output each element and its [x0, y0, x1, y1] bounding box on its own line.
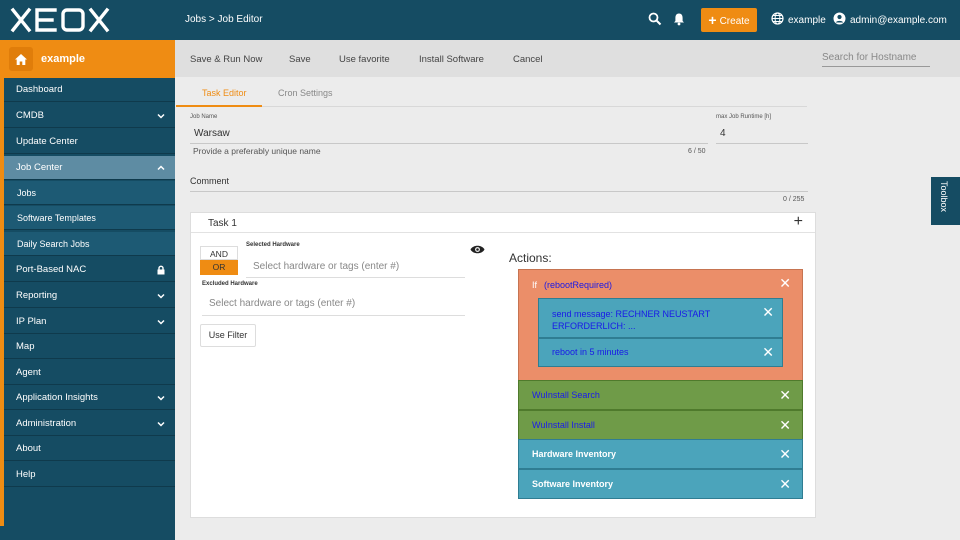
sidebar-item-cmdb[interactable]: CMDB [4, 104, 175, 128]
close-icon[interactable]: ✕ [779, 417, 791, 434]
sidebar-home[interactable]: example [0, 40, 175, 78]
close-icon[interactable]: ✕ [762, 344, 774, 361]
max-runtime-label: max Job Runtime [h] [716, 114, 772, 120]
hostname-search-input[interactable] [822, 52, 930, 63]
action-wuinstall-search[interactable]: WuInstall Search ✕ [518, 380, 803, 410]
close-icon[interactable]: ✕ [779, 446, 791, 463]
sidebar-item-jobs[interactable]: Jobs [4, 181, 175, 205]
or-toggle[interactable]: OR [200, 260, 238, 275]
close-icon[interactable]: ✕ [779, 476, 791, 493]
sidebar-item-daily-search-jobs[interactable]: Daily Search Jobs [4, 232, 175, 256]
close-icon[interactable]: ✕ [779, 275, 791, 292]
breadcrumb: Jobs > Job Editor [185, 14, 263, 25]
search-icon[interactable] [648, 12, 664, 28]
tab-cron-settings[interactable]: Cron Settings [278, 88, 333, 98]
inner-action-send-message[interactable]: send message: RECHNER NEUSTART ERFORDERL… [538, 298, 783, 338]
lock-icon [157, 265, 165, 275]
and-toggle[interactable]: AND [200, 246, 238, 260]
save-run-now-button[interactable]: Save & Run Now [190, 54, 262, 65]
task-title: Task 1 [208, 218, 237, 229]
selected-hardware-label: Selected Hardware [246, 242, 300, 248]
selected-hardware-underline [246, 277, 465, 278]
user-menu[interactable]: admin@example.com [833, 12, 947, 28]
sidebar-item-software-templates[interactable]: Software Templates [4, 206, 175, 230]
comment-counter: 0 / 255 [783, 196, 805, 203]
max-runtime-underline [716, 143, 808, 144]
job-name-hint: Provide a preferably unique name [193, 146, 321, 156]
sidebar-item-update-center[interactable]: Update Center [4, 130, 175, 154]
globe-icon [771, 12, 784, 28]
sidebar-item-administration[interactable]: Administration [4, 412, 175, 436]
sidebar-item-port-based-nac[interactable]: Port-Based NAC [4, 258, 175, 282]
actions-label: Actions: [509, 251, 552, 265]
excluded-hardware-label: Excluded Hardware [202, 281, 258, 287]
install-software-button[interactable]: Install Software [419, 54, 484, 65]
task-card-header: Task 1 + [191, 213, 815, 233]
and-or-toggle: AND OR [200, 246, 238, 275]
comment-input[interactable] [190, 191, 808, 192]
comment-label: Comment [190, 176, 230, 186]
close-icon[interactable]: ✕ [762, 304, 774, 321]
chevron-up-icon [157, 165, 165, 171]
chevron-down-icon [157, 319, 165, 325]
sidebar-item-map[interactable]: Map [4, 335, 175, 359]
sidebar-item-help[interactable]: Help [4, 463, 175, 487]
chevron-down-icon [157, 395, 165, 401]
chevron-down-icon [157, 421, 165, 427]
chevron-down-icon [157, 293, 165, 299]
use-filter-button[interactable]: Use Filter [200, 324, 256, 347]
bell-icon[interactable] [672, 12, 688, 28]
add-task-icon[interactable]: + [794, 213, 803, 231]
excluded-hardware-underline [202, 315, 465, 316]
job-name-underline [190, 143, 708, 144]
chevron-down-icon [157, 113, 165, 119]
job-name-input[interactable]: Warsaw [194, 128, 230, 139]
sidebar-item-about[interactable]: About [4, 437, 175, 461]
sidebar-item-ip-plan[interactable]: IP Plan [4, 310, 175, 334]
plus-icon: + [708, 12, 717, 28]
hostname-search [822, 52, 930, 67]
home-icon [9, 47, 33, 71]
if-action-block[interactable]: If (rebootRequired) ✕ send message: RECH… [518, 269, 803, 381]
tab-divider [262, 106, 807, 107]
if-condition: (rebootRequired) [544, 280, 613, 290]
job-name-label: Job Name [190, 114, 218, 120]
account-icon [833, 12, 846, 28]
tab-task-editor[interactable]: Task Editor [202, 88, 247, 98]
action-hardware-inventory[interactable]: Hardware Inventory ✕ [518, 439, 803, 469]
tenant-selector[interactable]: example [771, 12, 826, 28]
create-button[interactable]: + Create [701, 8, 757, 32]
sidebar-item-dashboard[interactable]: Dashboard [4, 78, 175, 102]
active-tab-indicator [176, 105, 262, 107]
action-wuinstall-install[interactable]: WuInstall Install ✕ [518, 410, 803, 440]
sidebar-item-agent[interactable]: Agent [4, 361, 175, 385]
max-runtime-input[interactable]: 4 [720, 128, 726, 139]
inner-action-reboot[interactable]: reboot in 5 minutes ✕ [538, 338, 783, 367]
save-button[interactable]: Save [289, 54, 311, 65]
job-name-counter: 6 / 50 [688, 148, 706, 155]
selected-hardware-input[interactable]: Select hardware or tags (enter #) [253, 261, 399, 272]
sidebar-item-reporting[interactable]: Reporting [4, 284, 175, 308]
sidebar-item-application-insights[interactable]: Application Insights [4, 386, 175, 410]
close-icon[interactable]: ✕ [779, 387, 791, 404]
sidebar-item-job-center[interactable]: Job Center [4, 156, 175, 180]
xeox-logo[interactable] [10, 7, 112, 33]
eye-icon[interactable] [470, 244, 485, 257]
cancel-button[interactable]: Cancel [513, 54, 543, 65]
use-favorite-button[interactable]: Use favorite [339, 54, 390, 65]
excluded-hardware-input[interactable]: Select hardware or tags (enter #) [209, 298, 355, 309]
if-keyword: If [532, 280, 538, 290]
action-software-inventory[interactable]: Software Inventory ✕ [518, 469, 803, 499]
top-bar: Jobs > Job Editor + Create example admin@… [0, 0, 960, 40]
toolbox-tab[interactable]: Toolbox [931, 177, 960, 225]
